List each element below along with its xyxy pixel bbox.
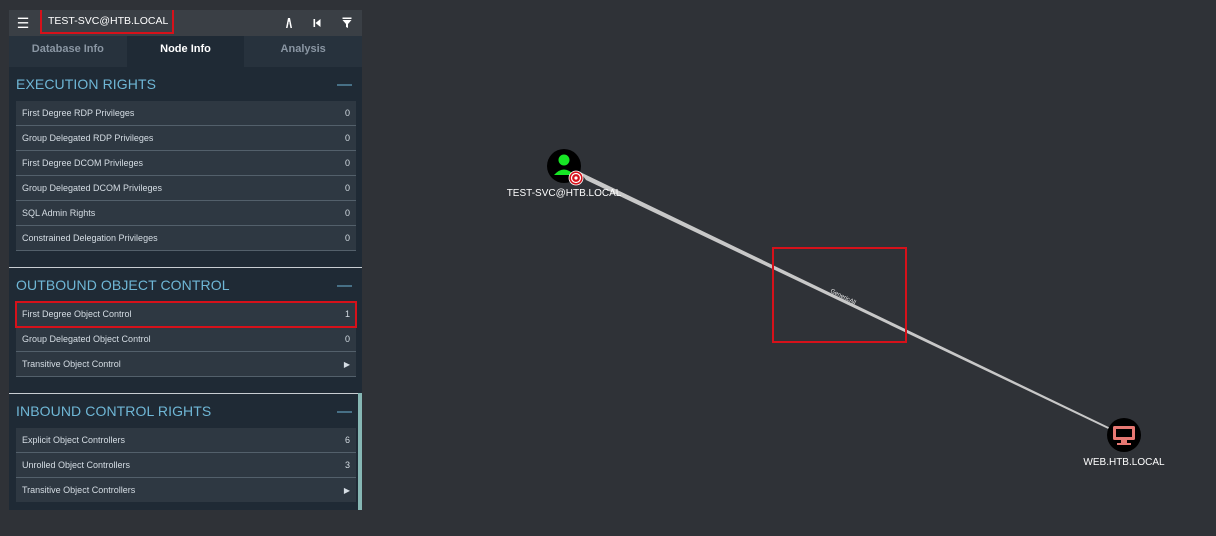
row-label: Transitive Object Control — [22, 359, 121, 369]
row-count: 0 — [344, 158, 350, 168]
row-unrolled-object-controllers[interactable]: Unrolled Object Controllers 3 — [16, 453, 356, 478]
row-label: Group Delegated DCOM Privileges — [22, 183, 163, 193]
row-count: 0 — [344, 208, 350, 218]
row-count: 0 — [344, 183, 350, 193]
expand-arrow-icon[interactable]: ▶ — [344, 360, 350, 369]
scrollbar[interactable] — [358, 393, 362, 510]
edge-highlight-box — [772, 247, 907, 343]
row-count: 3 — [344, 460, 350, 470]
row-transitive-object-control[interactable]: Transitive Object Control ▶ — [16, 352, 356, 377]
filter-icon[interactable] — [336, 10, 358, 36]
row-label: Group Delegated RDP Privileges — [22, 133, 154, 143]
row-count: 1 — [344, 309, 350, 319]
row-explicit-object-controllers[interactable]: Explicit Object Controllers 6 — [16, 428, 356, 453]
section-header[interactable]: OUTBOUND OBJECT CONTROL — — [16, 268, 356, 302]
back-icon[interactable] — [306, 10, 328, 36]
row-group-delegated-dcom[interactable]: Group Delegated DCOM Privileges 0 — [16, 176, 356, 201]
target-icon — [568, 170, 584, 186]
section-header[interactable]: INBOUND CONTROL RIGHTS — — [16, 394, 356, 428]
row-count: 0 — [344, 108, 350, 118]
row-label: Explicit Object Controllers — [22, 435, 126, 445]
section-execution-rights: EXECUTION RIGHTS — First Degree RDP Priv… — [9, 67, 362, 268]
row-count: 0 — [344, 334, 350, 344]
row-label: First Degree Object Control — [22, 309, 132, 319]
panel-tabs: Database Info Node Info Analysis — [9, 36, 362, 67]
row-sql-admin-rights[interactable]: SQL Admin Rights 0 — [16, 201, 356, 226]
panel-content: EXECUTION RIGHTS — First Degree RDP Priv… — [9, 67, 362, 502]
section-title: OUTBOUND OBJECT CONTROL — [16, 277, 230, 293]
section-title: EXECUTION RIGHTS — [16, 76, 157, 92]
row-group-delegated-rdp[interactable]: Group Delegated RDP Privileges 0 — [16, 126, 356, 151]
section-title: INBOUND CONTROL RIGHTS — [16, 403, 212, 419]
row-first-degree-dcom[interactable]: First Degree DCOM Privileges 0 — [16, 151, 356, 176]
search-bar: ☰ TEST-SVC@HTB.LOCAL — [9, 10, 362, 36]
node-info-panel: ☰ TEST-SVC@HTB.LOCAL Database Info Node … — [9, 10, 362, 510]
row-label: Group Delegated Object Control — [22, 334, 151, 344]
row-count: 0 — [344, 133, 350, 143]
row-label: SQL Admin Rights — [22, 208, 96, 218]
user-node-label: TEST-SVC@HTB.LOCAL — [507, 188, 622, 199]
tab-analysis[interactable]: Analysis — [244, 36, 362, 67]
computer-node[interactable] — [1107, 418, 1141, 452]
row-first-degree-object-control[interactable]: First Degree Object Control 1 — [15, 301, 357, 328]
pathfinding-icon[interactable] — [278, 10, 300, 36]
collapse-icon[interactable]: — — [337, 403, 356, 420]
row-label: First Degree DCOM Privileges — [22, 158, 144, 168]
row-count: 0 — [344, 233, 350, 243]
collapse-icon[interactable]: — — [337, 76, 356, 93]
computer-node-label: WEB.HTB.LOCAL — [1083, 457, 1165, 468]
tab-node-info[interactable]: Node Info — [126, 36, 245, 67]
row-constrained-delegation[interactable]: Constrained Delegation Privileges 0 — [16, 226, 356, 251]
collapse-icon[interactable]: — — [337, 277, 356, 294]
tab-database-info[interactable]: Database Info — [9, 36, 127, 67]
row-label: Constrained Delegation Privileges — [22, 233, 158, 243]
section-header[interactable]: EXECUTION RIGHTS — — [16, 67, 356, 101]
row-first-degree-rdp[interactable]: First Degree RDP Privileges 0 — [16, 101, 356, 126]
search-input[interactable]: TEST-SVC@HTB.LOCAL — [40, 10, 174, 34]
user-node[interactable] — [547, 149, 584, 186]
row-transitive-object-controllers[interactable]: Transitive Object Controllers ▶ — [16, 478, 356, 502]
section-outbound-object-control: OUTBOUND OBJECT CONTROL — First Degree O… — [9, 268, 362, 394]
section-inbound-control-rights: INBOUND CONTROL RIGHTS — Explicit Object… — [16, 394, 356, 502]
expand-arrow-icon[interactable]: ▶ — [344, 486, 350, 495]
row-group-delegated-object-control[interactable]: Group Delegated Object Control 0 — [16, 327, 356, 352]
row-label: Transitive Object Controllers — [22, 485, 136, 495]
row-count: 6 — [344, 435, 350, 445]
row-label: Unrolled Object Controllers — [22, 460, 131, 470]
menu-icon[interactable]: ☰ — [9, 15, 37, 32]
row-label: First Degree RDP Privileges — [22, 108, 135, 118]
